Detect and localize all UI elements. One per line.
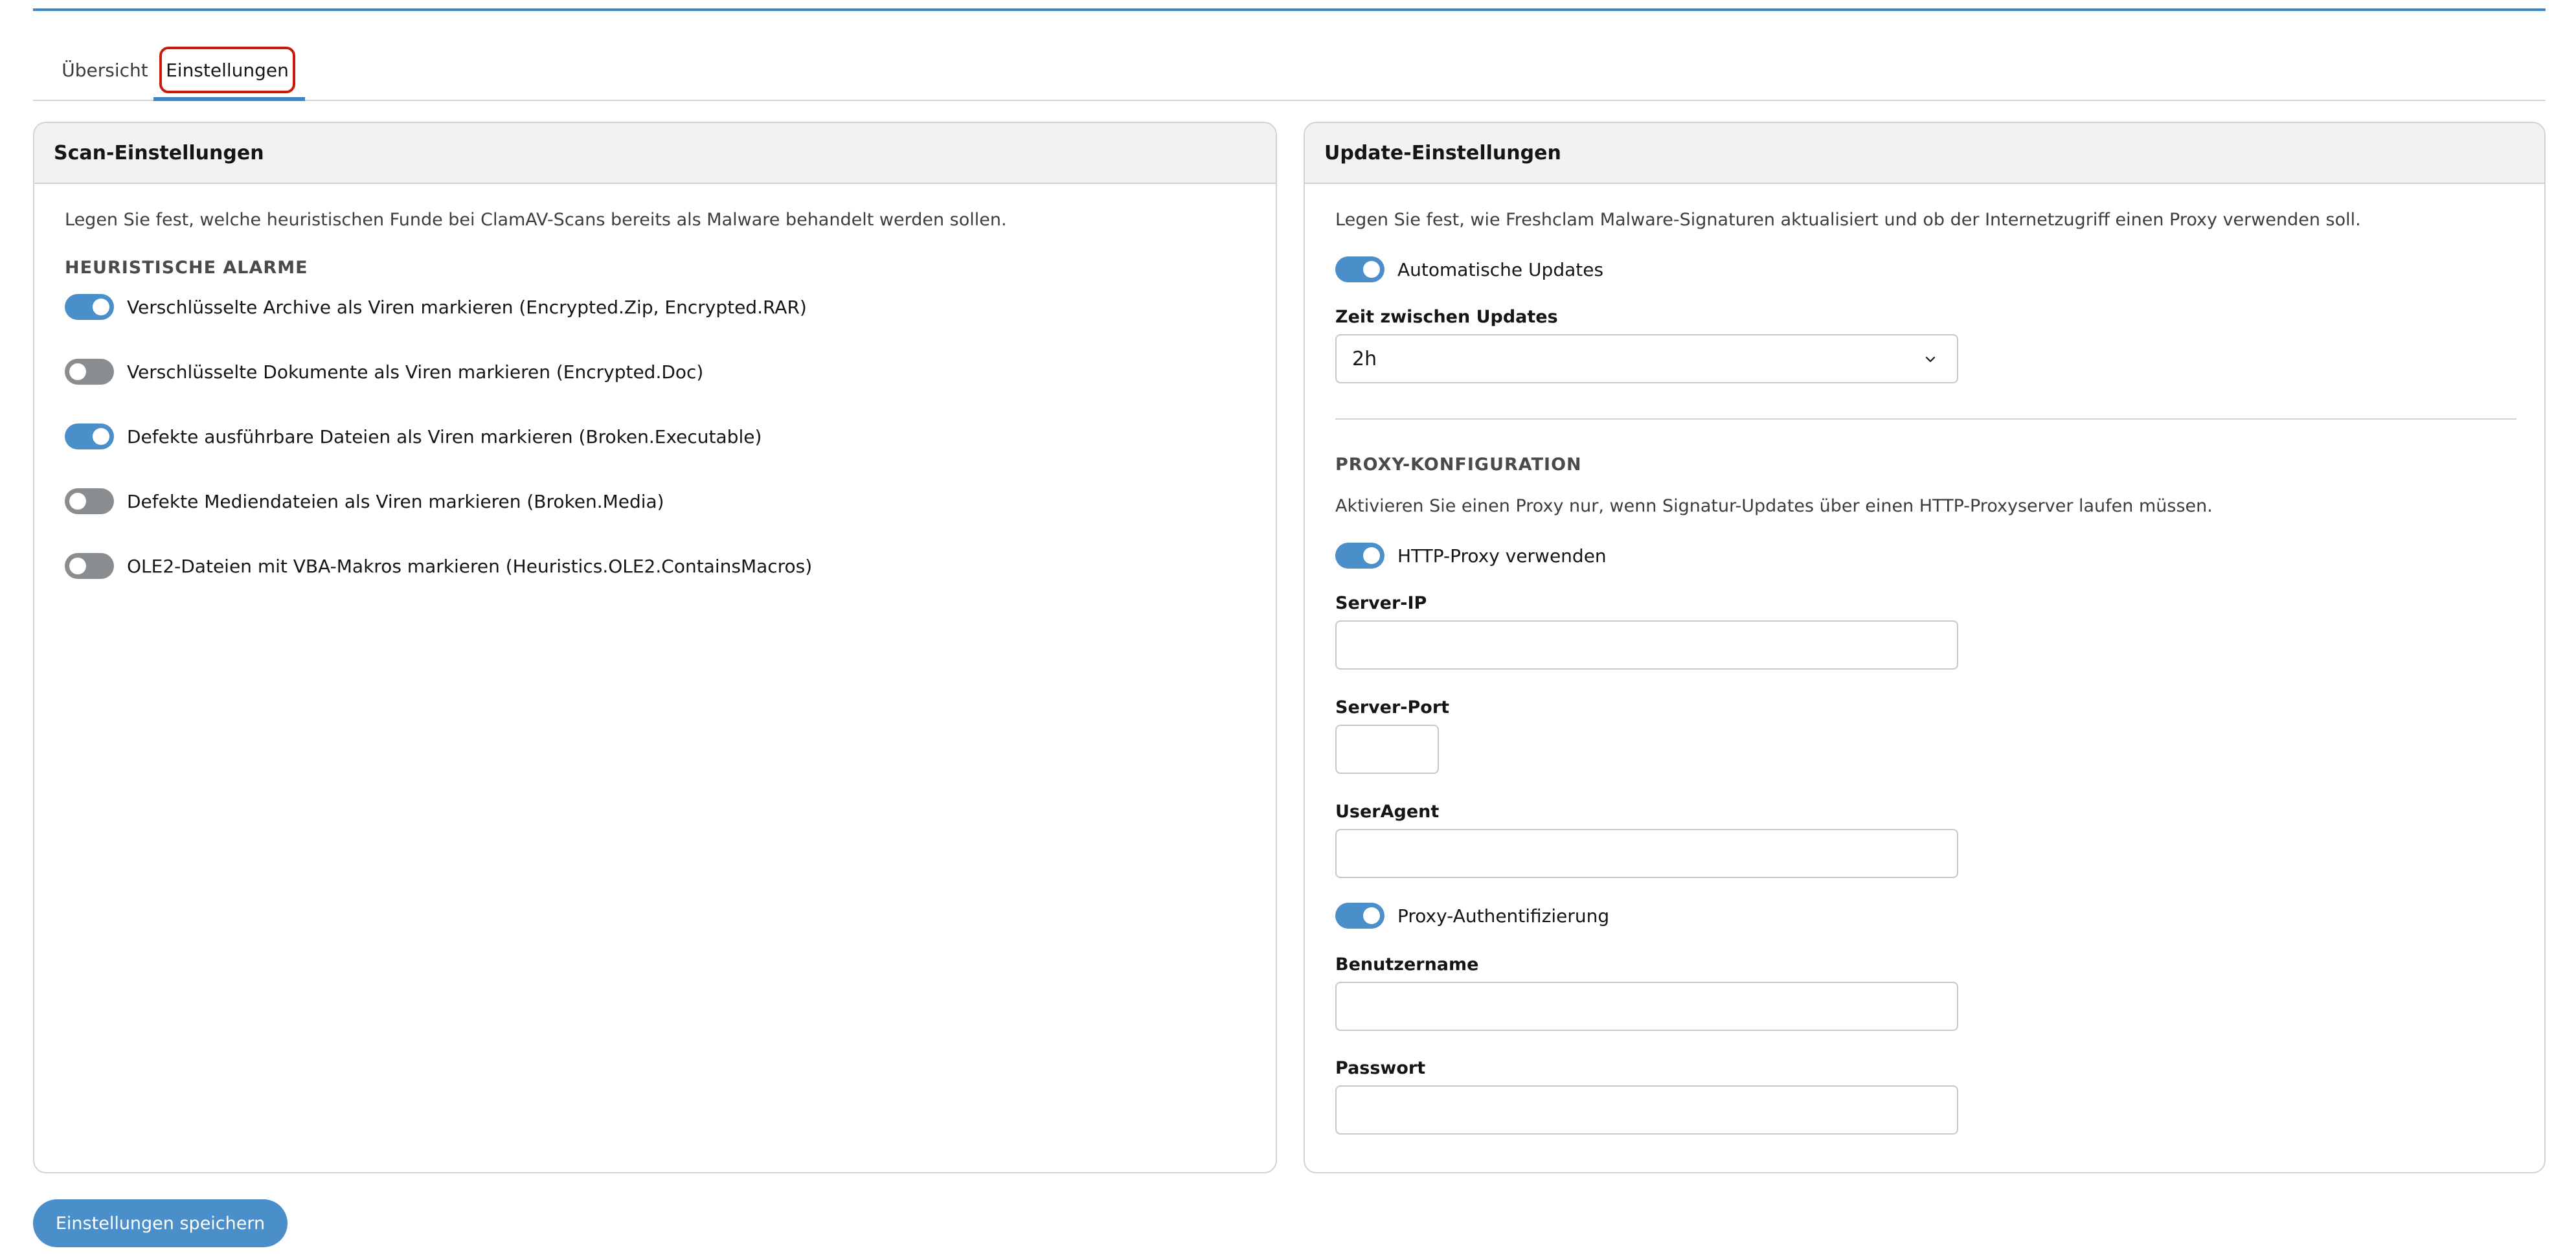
toggle-switch[interactable]	[1335, 903, 1384, 929]
username-label: Benutzername	[1335, 955, 1479, 975]
password-input[interactable]	[1335, 1085, 1958, 1135]
heuristic-alarms-heading: HEURISTISCHE ALARME	[65, 258, 308, 278]
username-input[interactable]	[1335, 982, 1958, 1031]
toggle-broken-media[interactable]: Defekte Mediendateien als Viren markiere…	[65, 486, 664, 517]
update-settings-title: Update-Einstellungen	[1305, 123, 2544, 184]
toggle-label: Proxy-Authentifizierung	[1397, 905, 1610, 927]
user-agent-input[interactable]	[1335, 829, 1958, 878]
settings-page: Übersicht Einstellungen Scan-Einstellung…	[0, 0, 2576, 1255]
chevron-down-icon	[1925, 356, 1936, 363]
toggle-label: HTTP-Proxy verwenden	[1397, 545, 1607, 567]
server-ip-label: Server-IP	[1335, 593, 1427, 613]
toggle-label: Verschlüsselte Dokumente als Viren marki…	[127, 361, 704, 383]
scan-description: Legen Sie fest, welche heuristischen Fun…	[65, 210, 1007, 230]
toggle-label: Verschlüsselte Archive als Viren markier…	[127, 296, 807, 318]
toggle-broken-executable[interactable]: Defekte ausführbare Dateien als Viren ma…	[65, 421, 762, 452]
scan-settings-card: Scan-Einstellungen Legen Sie fest, welch…	[33, 122, 1277, 1173]
toggle-switch[interactable]	[65, 294, 114, 320]
toggle-switch[interactable]	[65, 553, 114, 579]
toggle-encrypted-archives[interactable]: Verschlüsselte Archive als Viren markier…	[65, 291, 807, 322]
toggle-ole2-macros[interactable]: OLE2-Dateien mit VBA-Makros markieren (H…	[65, 550, 812, 582]
tab-bar: Übersicht Einstellungen	[33, 39, 2546, 101]
tab-overview[interactable]: Übersicht	[50, 47, 160, 93]
toggle-switch[interactable]	[65, 424, 114, 449]
interval-value: 2h	[1352, 347, 1377, 370]
toggle-label: OLE2-Dateien mit VBA-Makros markieren (H…	[127, 555, 813, 577]
active-tab-indicator	[153, 97, 305, 101]
section-divider	[1335, 418, 2516, 420]
toggle-switch[interactable]	[65, 359, 114, 385]
server-port-input[interactable]	[1335, 725, 1439, 774]
interval-label: Zeit zwischen Updates	[1335, 307, 1558, 327]
save-settings-button[interactable]: Einstellungen speichern	[33, 1199, 288, 1247]
toggle-switch[interactable]	[65, 488, 114, 514]
toggle-encrypted-documents[interactable]: Verschlüsselte Dokumente als Viren marki…	[65, 356, 703, 387]
tab-settings[interactable]: Einstellungen	[159, 47, 295, 93]
top-accent-line	[33, 8, 2546, 11]
scan-settings-title: Scan-Einstellungen	[34, 123, 1276, 184]
toggle-proxy-auth[interactable]: Proxy-Authentifizierung	[1335, 900, 1609, 931]
server-port-label: Server-Port	[1335, 697, 1450, 718]
proxy-config-heading: PROXY-KONFIGURATION	[1335, 455, 1582, 475]
server-ip-input[interactable]	[1335, 620, 1958, 670]
password-label: Passwort	[1335, 1058, 1426, 1078]
proxy-description: Aktivieren Sie einen Proxy nur, wenn Sig…	[1335, 496, 2213, 516]
toggle-switch[interactable]	[1335, 543, 1384, 569]
toggle-label: Defekte Mediendateien als Viren markiere…	[127, 490, 664, 512]
toggle-http-proxy[interactable]: HTTP-Proxy verwenden	[1335, 540, 1607, 571]
update-settings-card: Update-Einstellungen Legen Sie fest, wie…	[1304, 122, 2546, 1173]
interval-select[interactable]: 2h	[1335, 334, 1958, 383]
toggle-label: Automatische Updates	[1397, 258, 1604, 280]
update-description: Legen Sie fest, wie Freshclam Malware-Si…	[1335, 210, 2361, 230]
toggle-switch[interactable]	[1335, 256, 1384, 282]
user-agent-label: UserAgent	[1335, 802, 1440, 822]
toggle-auto-updates[interactable]: Automatische Updates	[1335, 254, 1603, 285]
toggle-label: Defekte ausführbare Dateien als Viren ma…	[127, 425, 762, 447]
